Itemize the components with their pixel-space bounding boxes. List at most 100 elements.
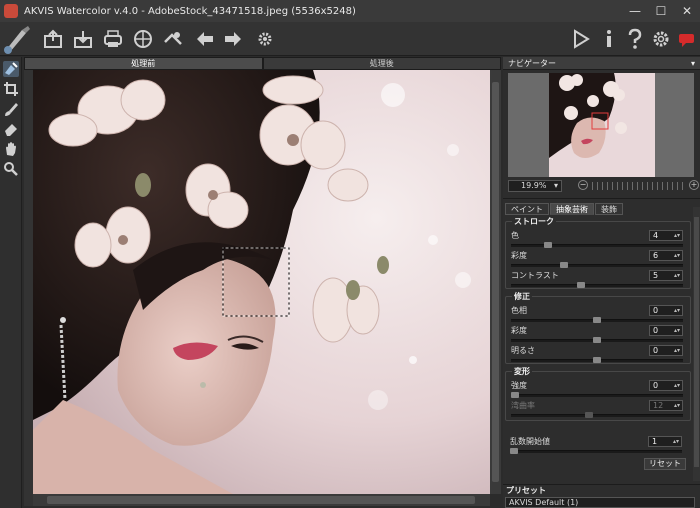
horizontal-scroll-thumb[interactable] <box>47 496 475 504</box>
seed-row: 乱数開始値 1 ▴▾ <box>510 436 690 456</box>
settings-scroll-thumb[interactable] <box>694 217 699 467</box>
tab-before[interactable]: 処理前 <box>24 57 263 70</box>
brightness-row: 明るさ 0 ▴▾ <box>511 345 691 365</box>
hue-label: 色相 <box>511 306 527 315</box>
color-label: 色 <box>511 231 519 240</box>
window-title: AKVIS Watercolor v.4.0 - AdobeStock_4347… <box>24 5 356 17</box>
correction-saturation-value: 0 <box>653 326 659 335</box>
image-canvas[interactable] <box>33 70 490 494</box>
strength-value: 0 <box>653 381 659 390</box>
brush-icon[interactable] <box>3 101 19 117</box>
curvature-value: 12 <box>653 401 664 410</box>
close-button[interactable]: ✕ <box>674 0 700 22</box>
hue-spinbox[interactable]: 0 ▴▾ <box>649 305 683 316</box>
vertical-scroll-thumb[interactable] <box>492 82 499 482</box>
color-slider-handle[interactable] <box>544 242 552 248</box>
seed-spinbox[interactable]: 1 ▴▾ <box>648 436 682 447</box>
hand-icon[interactable] <box>3 141 19 157</box>
contrast-slider[interactable] <box>511 284 683 287</box>
curvature-slider-handle <box>585 412 593 418</box>
correction-group: 修正 色相 0 ▴▾ 彩度 0 ▴▾ 明るさ 0 ▴▾ <box>505 291 691 365</box>
strength-slider-handle[interactable] <box>511 392 519 398</box>
hue-slider-handle[interactable] <box>593 317 601 323</box>
settings-gear-icon[interactable] <box>254 28 276 50</box>
info-icon[interactable] <box>598 28 620 50</box>
saturation-value: 6 <box>653 251 659 260</box>
contrast-label: コントラスト <box>511 271 559 280</box>
saturation-label: 彩度 <box>511 251 527 260</box>
navigator-thumbnail[interactable] <box>549 73 655 177</box>
zoom-in-button[interactable]: + <box>689 180 699 190</box>
open-icon[interactable] <box>42 28 64 50</box>
app-icon <box>4 4 18 18</box>
minimize-button[interactable]: — <box>622 0 648 22</box>
save-icon[interactable] <box>72 28 94 50</box>
contrast-slider-handle[interactable] <box>577 282 585 288</box>
contrast-spinbox[interactable]: 5 ▴▾ <box>649 270 683 281</box>
brightness-slider-handle[interactable] <box>593 357 601 363</box>
left-tool-panel <box>0 57 22 508</box>
tab-abstract[interactable]: 抽象芸術 <box>550 203 594 215</box>
navigator-tool-icon[interactable] <box>3 61 19 77</box>
saturation-spinbox[interactable]: 6 ▴▾ <box>649 250 683 261</box>
brightness-value: 0 <box>653 346 659 355</box>
tab-paint[interactable]: ペイント <box>505 203 549 215</box>
strength-label: 強度 <box>511 381 527 390</box>
seed-value: 1 <box>652 437 658 446</box>
redo-icon[interactable] <box>222 28 244 50</box>
reset-button[interactable]: リセット <box>644 458 686 470</box>
deform-group-label: 変形 <box>512 366 532 377</box>
tab-decoration[interactable]: 装飾 <box>595 203 623 215</box>
right-panel: ナビゲーター ▾ 19.9% ▾ − + ペイント 抽象芸術 装飾 ストローク … <box>503 57 700 508</box>
run-icon[interactable] <box>570 28 592 50</box>
saturation-slider[interactable] <box>511 264 683 267</box>
maximize-button[interactable]: ☐ <box>648 0 674 22</box>
share-icon[interactable] <box>132 28 154 50</box>
contrast-value: 5 <box>653 271 659 280</box>
photo-illustration <box>33 70 490 494</box>
navigator-title: ナビゲーター <box>508 59 556 68</box>
strength-slider[interactable] <box>511 394 683 397</box>
canvas-left-gutter <box>24 70 33 506</box>
seed-label: 乱数開始値 <box>510 437 550 446</box>
tab-after[interactable]: 処理後 <box>262 57 501 70</box>
correction-saturation-spinbox[interactable]: 0 ▴▾ <box>649 325 683 336</box>
zoom-icon[interactable] <box>3 161 19 177</box>
strength-spinbox[interactable]: 0 ▴▾ <box>649 380 683 391</box>
print-icon[interactable] <box>102 28 124 50</box>
settings-scrollbar[interactable] <box>693 207 700 481</box>
correction-group-label: 修正 <box>512 291 532 302</box>
curvature-slider <box>511 414 683 417</box>
color-row: 色 4 ▴▾ <box>511 230 691 250</box>
eraser-icon[interactable] <box>3 121 19 137</box>
canvas-vertical-scrollbar[interactable] <box>490 70 501 494</box>
seed-slider-handle[interactable] <box>510 448 518 454</box>
seed-slider[interactable] <box>510 450 682 453</box>
hue-value: 0 <box>653 306 659 315</box>
zoom-slider[interactable] <box>592 182 684 190</box>
panel-menu-icon[interactable]: ▾ <box>691 57 695 70</box>
deform-group: 変形 強度 0 ▴▾ 湾曲率 12 ▴▾ <box>505 366 691 421</box>
color-spinbox[interactable]: 4 ▴▾ <box>649 230 683 241</box>
zoom-select[interactable]: 19.9% ▾ <box>508 180 562 192</box>
crop-icon[interactable] <box>3 81 19 97</box>
preferences-icon[interactable] <box>650 28 672 50</box>
batch-icon[interactable] <box>162 28 184 50</box>
brightness-label: 明るさ <box>511 346 535 355</box>
notification-icon[interactable] <box>676 28 698 50</box>
preset-select[interactable]: AKVIS Default (1) <box>505 497 695 508</box>
help-icon[interactable] <box>624 28 646 50</box>
zoom-out-button[interactable]: − <box>578 180 588 190</box>
presets-title: プリセット <box>506 486 546 495</box>
canvas-horizontal-scrollbar[interactable] <box>33 494 490 506</box>
stroke-group: ストローク 色 4 ▴▾ 彩度 6 ▴▾ コントラスト 5 ▴▾ <box>505 216 691 290</box>
color-slider[interactable] <box>511 244 683 247</box>
brightness-spinbox[interactable]: 0 ▴▾ <box>649 345 683 356</box>
correction-saturation-slider-handle[interactable] <box>593 337 601 343</box>
saturation-slider-handle[interactable] <box>560 262 568 268</box>
navigator-preview[interactable] <box>508 73 694 177</box>
zoom-row: 19.9% ▾ − + <box>508 180 699 192</box>
curvature-spinbox: 12 ▴▾ <box>649 400 683 411</box>
contrast-row: コントラスト 5 ▴▾ <box>511 270 691 290</box>
undo-icon[interactable] <box>194 28 216 50</box>
